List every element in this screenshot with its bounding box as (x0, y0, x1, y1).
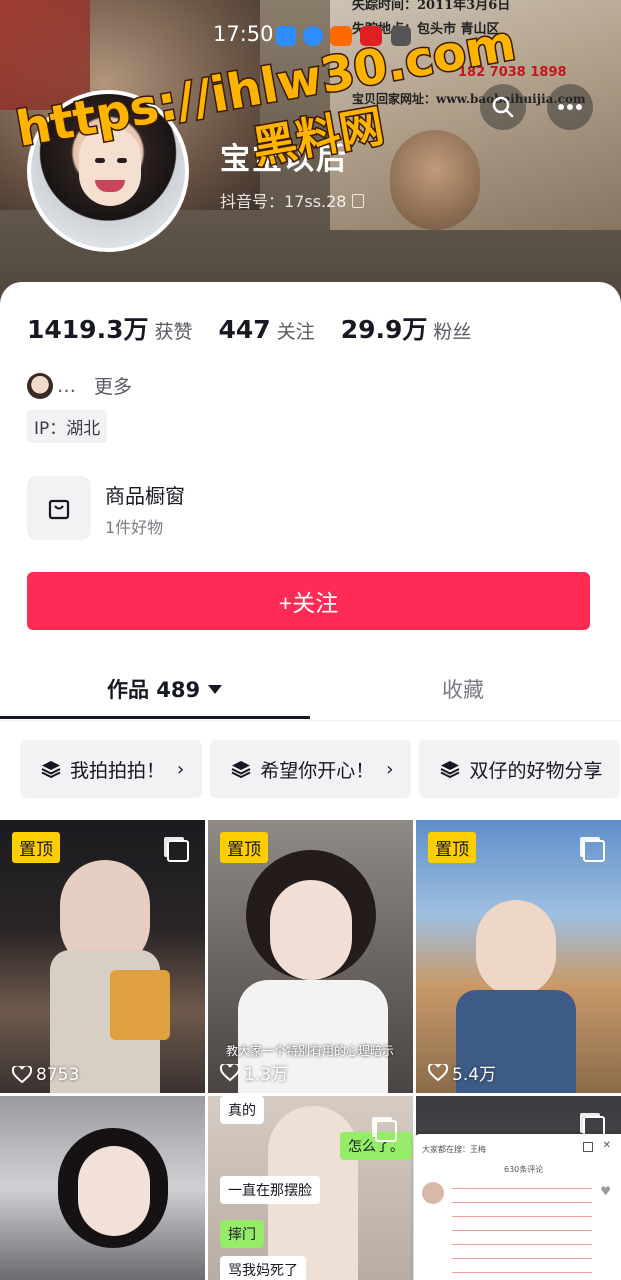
layers-icon (440, 761, 460, 779)
pinned-badge: 置顶 (428, 832, 476, 863)
bio-more-link[interactable]: 更多 (94, 372, 132, 399)
layers-icon (41, 761, 61, 779)
heart-icon (12, 1066, 32, 1084)
chat-bubble: 真的 (220, 1096, 264, 1124)
follow-button[interactable]: +关注 (27, 572, 590, 630)
heart-icon[interactable]: ♥ (600, 1184, 611, 1198)
search-button[interactable] (480, 84, 526, 130)
thumbnail-snack (110, 970, 170, 1040)
shopping-bag-icon (48, 499, 70, 520)
message-icon (303, 26, 323, 46)
video-thumbnail[interactable]: 置顶 5.4万 (416, 820, 621, 1093)
note-count: 630条评论 (504, 1165, 544, 1174)
video-likes-count: 5.4万 (452, 1065, 497, 1085)
layers-icon (231, 761, 251, 779)
heart-icon (428, 1063, 448, 1081)
more-icon (558, 104, 582, 110)
video-thumbnail[interactable]: 置顶 教大家一个特别有用的心理暗示 1.3万 (208, 820, 413, 1093)
thumbnail-figure (476, 900, 556, 996)
stat-following-label[interactable]: 关注 (277, 317, 315, 344)
video-likes-count: 1.3万 (244, 1065, 289, 1085)
collection-chips: 我拍拍拍！ › 希望你开心！ › 双仔的好物分享 (20, 740, 621, 798)
copy-icon[interactable] (352, 194, 365, 208)
collection-chip-label: 我拍拍拍！ (70, 759, 166, 782)
stat-followers-value[interactable]: 29.9万 (341, 310, 428, 346)
stat-likes-label: 获赞 (154, 321, 193, 343)
stat-followers-label[interactable]: 粉丝 (433, 317, 471, 344)
shop-window-subtitle: 1件好物 (105, 518, 164, 537)
avatar-eye-right (117, 158, 127, 163)
commenter-avatar (422, 1182, 444, 1204)
video-caption: 教大家一个特别有用的心理暗示 (226, 1044, 395, 1058)
expand-icon[interactable] (583, 1142, 593, 1152)
thumbnail-figure (78, 1146, 150, 1236)
chat-bubble: 一直在那摆脸 (220, 1176, 320, 1204)
tab-favorites[interactable]: 收藏 (442, 674, 484, 704)
shop-window-button[interactable] (27, 476, 91, 540)
multi-image-icon (167, 840, 189, 862)
bio-ellipsis: … (57, 374, 76, 397)
pinned-badge: 置顶 (220, 832, 268, 863)
banner-photo-child-2 (390, 130, 480, 230)
profile-tabs: 作品 489 收藏 (0, 660, 621, 721)
heart-icon (220, 1063, 240, 1081)
collection-chip[interactable]: 我拍拍拍！ › (20, 740, 203, 798)
video-thumbnail[interactable]: 真的 怎么了。 一直在那摆脸 摔门 骂我妈死了 (208, 1096, 413, 1280)
ip-location-tag: IP：湖北 (27, 410, 108, 443)
bio[interactable]: … 更多 (27, 372, 132, 399)
chat-bubble: 摔门 (220, 1220, 264, 1248)
close-icon[interactable]: ✕ (603, 1140, 611, 1151)
video-likes: 8753 (12, 1065, 79, 1085)
collection-chip[interactable]: 双仔的好物分享 (419, 740, 621, 798)
video-thumbnail[interactable]: 置顶 8753 (0, 820, 205, 1093)
tab-works-label: 作品 489 (107, 678, 201, 702)
poster-line-1: 失踪时间：2011年3月6日 (352, 0, 511, 13)
video-likes: 5.4万 (428, 1060, 496, 1085)
chevron-right-icon: › (177, 758, 185, 780)
video-likes: 1.3万 (220, 1060, 288, 1085)
tab-works[interactable]: 作品 489 (107, 674, 223, 704)
tab-active-indicator (0, 716, 310, 719)
chat-bubble: 骂我妈死了 (220, 1256, 306, 1280)
shield-icon (276, 26, 296, 46)
caret-down-icon (208, 685, 223, 694)
profile-card: 1419.3万 获赞 447 关注 29.9万 粉丝 … 更多 IP：湖北 商品… (0, 282, 621, 1280)
pinned-badge: 置顶 (12, 832, 60, 863)
stat-following-value[interactable]: 447 (219, 315, 271, 344)
shop-window-title[interactable]: 商品橱窗 (105, 480, 185, 509)
video-thumbnail[interactable] (0, 1096, 205, 1280)
douyin-id-text: 抖音号：17ss.28 (220, 192, 347, 211)
multi-image-icon (375, 1120, 397, 1142)
multi-image-icon (583, 840, 605, 862)
bio-emoji-icon (27, 372, 53, 399)
profile-douyin-id[interactable]: 抖音号：17ss.28 (220, 188, 365, 212)
stat-likes-value: 1419.3万 (27, 315, 149, 344)
status-time: 17:50 (213, 22, 274, 46)
collection-chip-label: 双仔的好物分享 (469, 759, 603, 782)
collection-chip-label: 希望你开心！ (260, 759, 375, 782)
comment-text-lines (452, 1188, 592, 1278)
thumbnail-figure (270, 880, 352, 980)
profile-stats: 1419.3万 获赞 447 关注 29.9万 粉丝 (27, 310, 497, 346)
video-likes-count: 8753 (36, 1065, 80, 1085)
avatar-eye-left (95, 158, 105, 163)
chevron-right-icon: › (386, 758, 394, 780)
more-button[interactable] (547, 84, 593, 130)
comment-preview-card[interactable]: 大家都在搜：王梅 ✕ 630条评论 ♥ (414, 1134, 621, 1280)
collection-chip[interactable]: 希望你开心！ › (210, 740, 412, 798)
search-icon (492, 96, 514, 118)
note-title: 大家都在搜：王梅 (422, 1145, 486, 1154)
